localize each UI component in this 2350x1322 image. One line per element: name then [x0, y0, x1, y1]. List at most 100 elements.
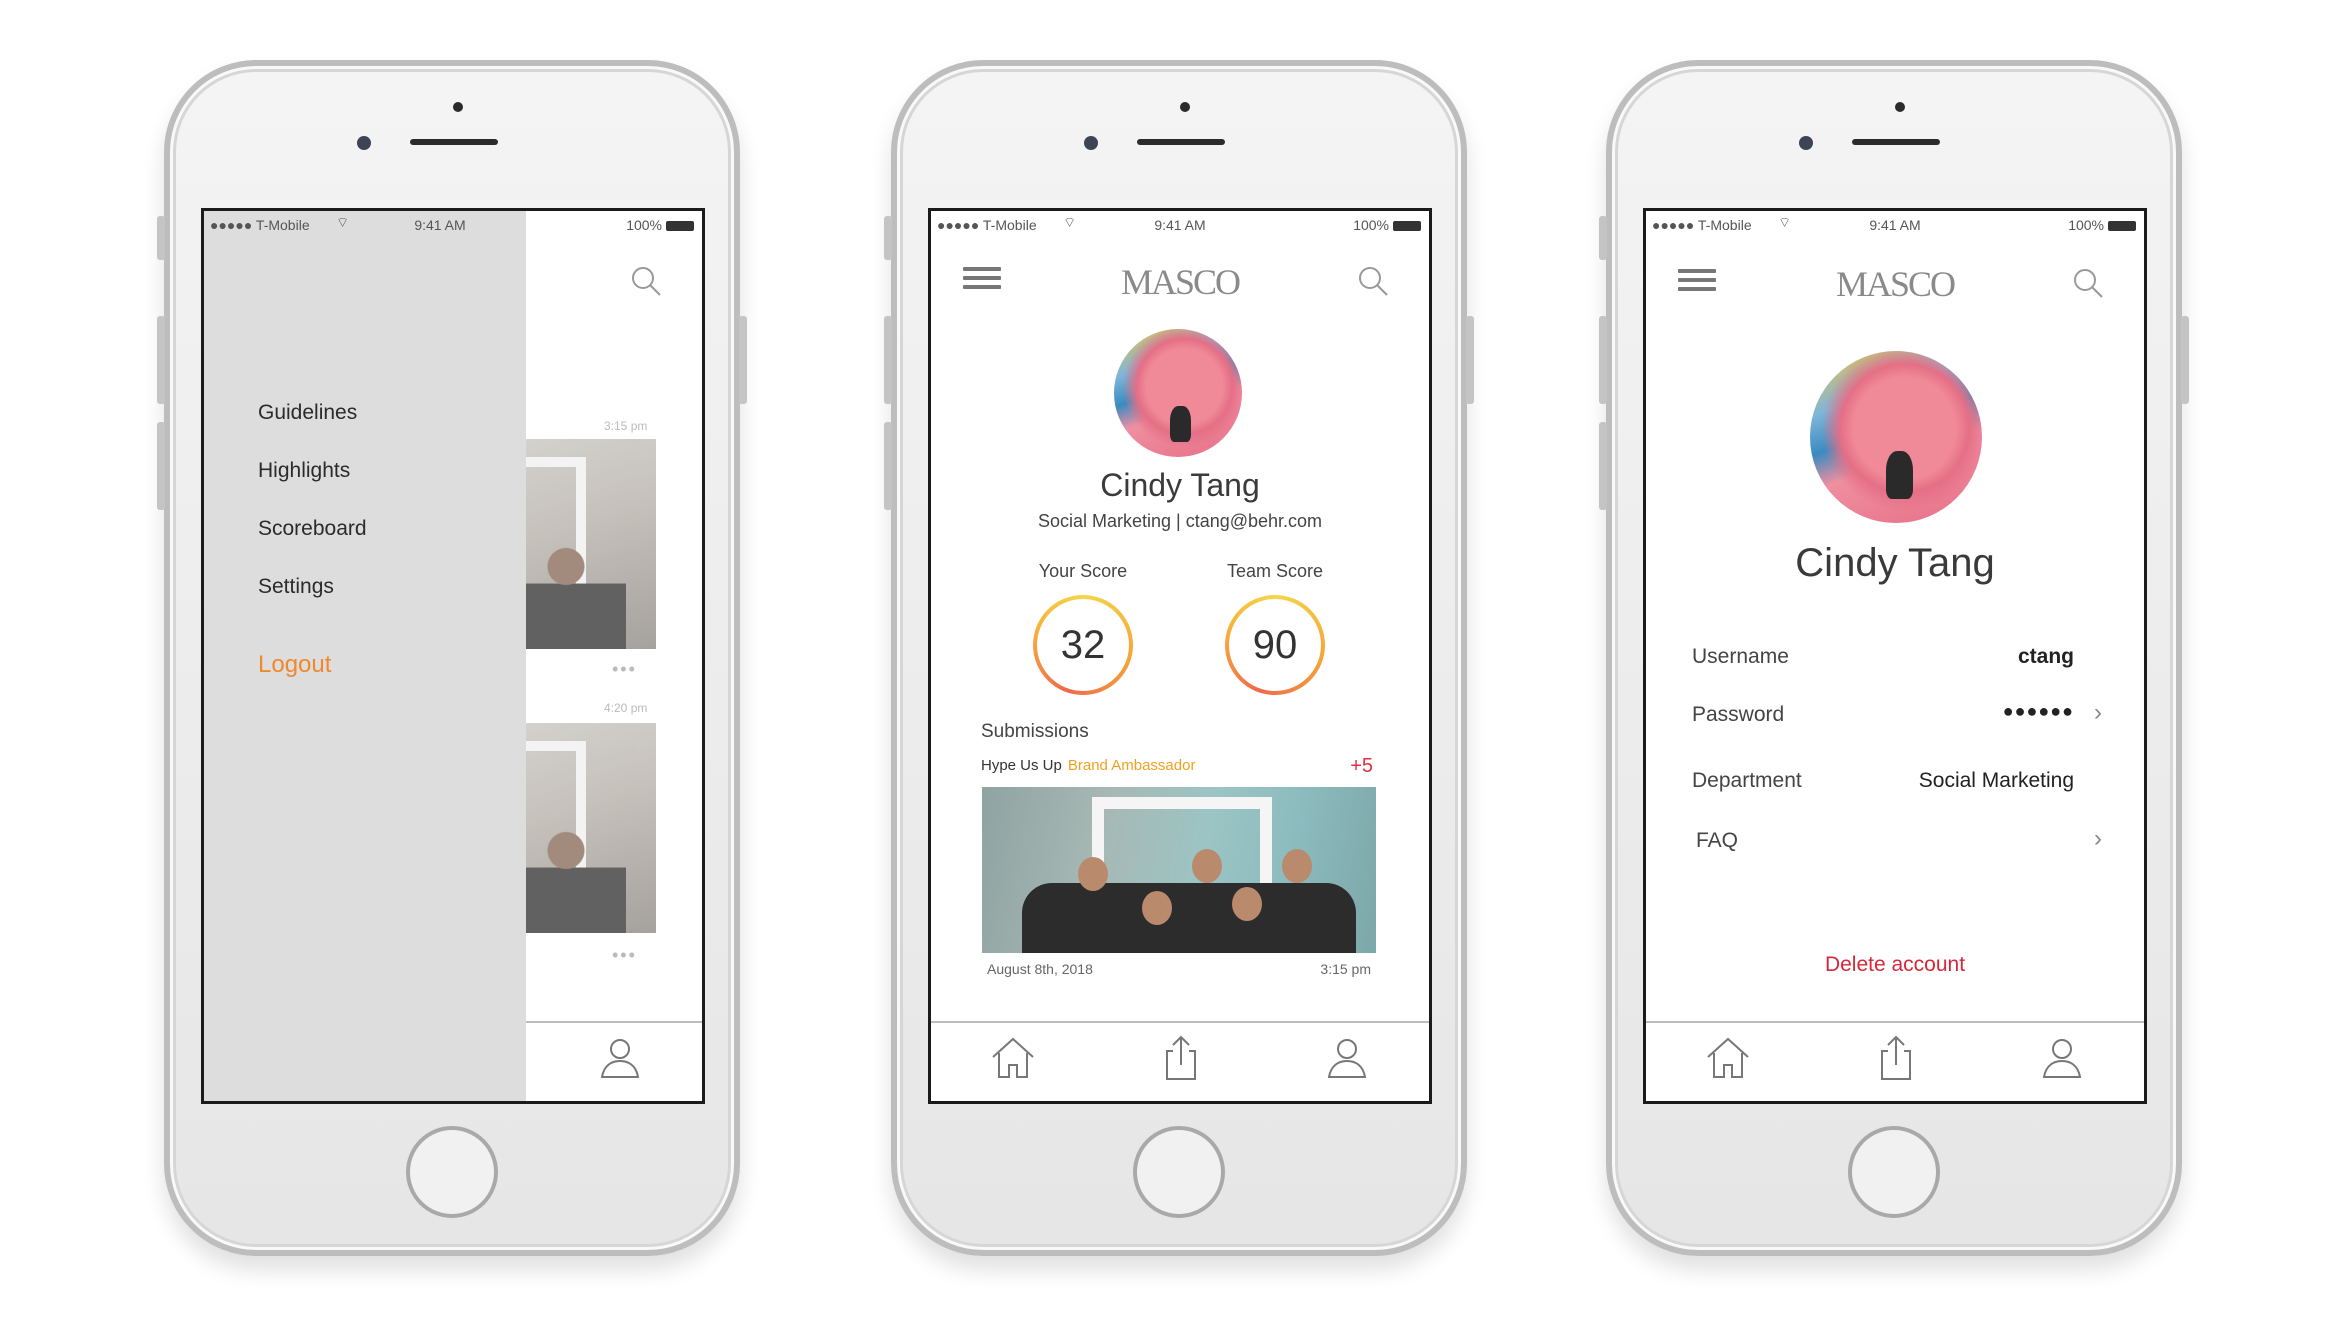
submission-points: +5 [1350, 755, 1373, 777]
logout-button[interactable]: Logout [258, 651, 331, 679]
status-time: 9:41 AM [414, 217, 466, 233]
submission-title[interactable]: Hype Us Up Brand Ambassador [981, 757, 1195, 774]
menu-item-scoreboard[interactable]: Scoreboard [258, 517, 367, 541]
phone-menu-view: 3:15 pm ••• 4:20 pm ••• ●●●●● T-Mobile ⌔… [157, 60, 747, 1256]
battery-label: 100% [2068, 217, 2104, 233]
username-label: Username [1692, 645, 1789, 668]
search-icon[interactable] [2072, 267, 2104, 299]
search-icon[interactable] [630, 265, 662, 297]
submission-name: Hype Us Up [981, 757, 1062, 774]
submission-date: August 8th, 2018 [987, 961, 1093, 977]
username-value: ctang [2017, 645, 2074, 668]
team-score-ring: 90 [1225, 595, 1325, 695]
feed-time: 3:15 pm [604, 419, 648, 433]
home-button[interactable] [406, 1126, 498, 1218]
profile-icon[interactable] [596, 1033, 644, 1083]
more-icon[interactable]: ••• [612, 659, 637, 680]
submission-photo[interactable] [982, 787, 1376, 953]
password-value[interactable]: ●●●●●● [2003, 701, 2074, 722]
profile-icon[interactable] [1323, 1033, 1371, 1083]
share-icon[interactable] [1872, 1033, 1920, 1083]
faq-label[interactable]: FAQ [1696, 829, 1738, 853]
screen: ●●●●● T-Mobile ⌔ 9:41 AM 100% MASCO Cind… [928, 208, 1432, 1104]
status-bar: ●●●●● T-Mobile ⌔ 9:41 AM 100% [1646, 211, 2144, 237]
screen: 3:15 pm ••• 4:20 pm ••• ●●●●● T-Mobile ⌔… [201, 208, 705, 1104]
home-icon[interactable] [1704, 1033, 1752, 1083]
avatar[interactable] [1114, 329, 1242, 457]
volume-up-button [884, 316, 892, 404]
volume-down-button [884, 422, 892, 510]
brand-logo: MASCO [1835, 264, 1956, 304]
profile-subline: Social Marketing | ctang@behr.com [1037, 511, 1323, 531]
team-score-value: 90 [1229, 599, 1321, 691]
share-icon[interactable] [1157, 1033, 1205, 1083]
photo-face [1192, 849, 1222, 883]
side-menu: ●●●●● T-Mobile ⌔ 9:41 AM Guidelines High… [204, 211, 526, 1101]
photo-person [526, 823, 626, 933]
mute-switch [884, 216, 892, 260]
avatar[interactable] [1810, 351, 1982, 523]
battery-indicator: 100% [1353, 217, 1421, 233]
feed-time: 4:20 pm [604, 701, 648, 715]
profile-name: Cindy Tang [1795, 541, 1995, 585]
department-label: Department [1692, 769, 1802, 792]
chevron-right-icon[interactable]: › [2094, 825, 2102, 853]
chevron-right-icon[interactable]: › [2094, 699, 2102, 727]
mute-switch [1599, 216, 1607, 260]
home-icon[interactable] [989, 1033, 1037, 1083]
menu-item-guidelines[interactable]: Guidelines [258, 401, 357, 425]
front-camera [357, 136, 371, 150]
volume-down-button [157, 422, 165, 510]
avatar-figure [1170, 405, 1191, 442]
submission-tag: Brand Ambassador [1067, 757, 1196, 774]
battery-indicator: 100% [2068, 217, 2136, 233]
search-icon[interactable] [1357, 265, 1389, 297]
proximity-sensor [453, 102, 463, 112]
delete-account-button[interactable]: Delete account [1646, 953, 2144, 977]
feed-photo[interactable] [526, 439, 656, 649]
photo-face [1282, 849, 1312, 883]
password-label[interactable]: Password [1692, 703, 1784, 727]
your-score-ring: 32 [1033, 595, 1133, 695]
battery-label: 100% [1353, 217, 1389, 233]
photo-face [1078, 857, 1108, 891]
more-icon[interactable]: ••• [612, 945, 637, 966]
phone-profile-view: ●●●●● T-Mobile ⌔ 9:41 AM 100% MASCO Cind… [1599, 60, 2189, 1256]
tab-bar [931, 1021, 1429, 1101]
your-score-value: 32 [1037, 599, 1129, 691]
profile-icon[interactable] [2038, 1033, 2086, 1083]
power-button [1466, 316, 1474, 404]
tab-bar [1646, 1021, 2144, 1101]
phone-dashboard-view: ●●●●● T-Mobile ⌔ 9:41 AM 100% MASCO Cind… [884, 60, 1474, 1256]
mute-switch [157, 216, 165, 260]
status-bar: ●●●●● T-Mobile ⌔ 9:41 AM 100% [931, 211, 1429, 237]
submissions-heading: Submissions [981, 721, 1089, 742]
submission-time: 3:15 pm [1320, 961, 1371, 977]
team-score-label: Team Score [1226, 561, 1324, 581]
department-value: Social Marketing [1918, 769, 2074, 792]
photo-face [1142, 891, 1172, 925]
photo-person [526, 539, 626, 649]
menu-item-highlights[interactable]: Highlights [258, 459, 350, 483]
earpiece-speaker [1137, 139, 1225, 145]
proximity-sensor [1895, 102, 1905, 112]
screen: ●●●●● T-Mobile ⌔ 9:41 AM 100% MASCO Cind… [1643, 208, 2147, 1104]
power-button [739, 316, 747, 404]
front-camera [1084, 136, 1098, 150]
feed-photo[interactable] [526, 723, 656, 933]
your-score-label: Your Score [1038, 561, 1128, 581]
home-button[interactable] [1848, 1126, 1940, 1218]
power-button [2181, 316, 2189, 404]
home-button[interactable] [1133, 1126, 1225, 1218]
volume-down-button [1599, 422, 1607, 510]
battery-icon [1393, 221, 1421, 232]
earpiece-speaker [410, 139, 498, 145]
battery-icon [2108, 221, 2136, 232]
status-bar: ●●●●● T-Mobile ⌔ 9:41 AM [204, 211, 526, 237]
menu-item-settings[interactable]: Settings [258, 575, 334, 599]
proximity-sensor [1180, 102, 1190, 112]
earpiece-speaker [1852, 139, 1940, 145]
front-camera [1799, 136, 1813, 150]
photo-face [1232, 887, 1262, 921]
photo-crowd [1022, 883, 1356, 953]
